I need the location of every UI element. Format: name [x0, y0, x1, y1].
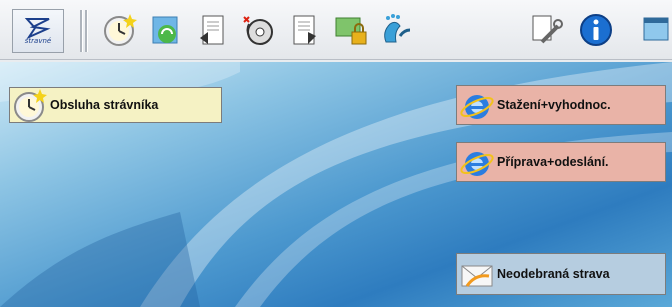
shortcut-label: Neodebraná strava — [497, 267, 610, 281]
shortcut-label: Obsluha strávníka — [50, 98, 159, 112]
shortcut-priprava-odeslani[interactable]: Příprava+odeslání. — [456, 142, 666, 182]
internet-explorer-icon — [457, 85, 497, 125]
tools-icon[interactable] — [526, 10, 566, 50]
shortcut-label: Příprava+odeslání. — [497, 155, 609, 169]
shortcut-stazeni-vyhodnoc[interactable]: Stažení+vyhodnoc. — [456, 85, 666, 125]
logo-icon — [24, 18, 51, 39]
shortcut-neodebrana-strava[interactable]: Neodebraná strava — [456, 253, 666, 295]
clock-icon[interactable] — [100, 10, 140, 50]
document-import-icon[interactable] — [284, 10, 324, 50]
stravne-logo-button[interactable]: stravné — [12, 9, 64, 53]
footprints-icon[interactable] — [376, 10, 416, 50]
document-export-icon[interactable] — [192, 10, 232, 50]
desktop: Obsluha strávníka Stažení+vyhodnoc. Příp… — [0, 62, 672, 307]
refresh-icon[interactable] — [146, 10, 186, 50]
info-icon[interactable] — [576, 10, 616, 50]
clock-icon — [10, 85, 50, 125]
lock-computer-icon[interactable] — [330, 10, 370, 50]
toolbar-separator — [85, 10, 88, 52]
envelope-icon — [457, 254, 497, 294]
shortcut-label: Stažení+vyhodnoc. — [497, 98, 611, 112]
internet-explorer-icon — [457, 142, 497, 182]
toolbar-separator — [80, 10, 83, 52]
toolbar: stravné — [0, 0, 672, 60]
logo-label: stravné — [24, 37, 52, 45]
disc-icon[interactable] — [238, 10, 278, 50]
window-icon[interactable] — [636, 10, 672, 50]
shortcut-obsluha-stravnika[interactable]: Obsluha strávníka — [9, 87, 222, 123]
